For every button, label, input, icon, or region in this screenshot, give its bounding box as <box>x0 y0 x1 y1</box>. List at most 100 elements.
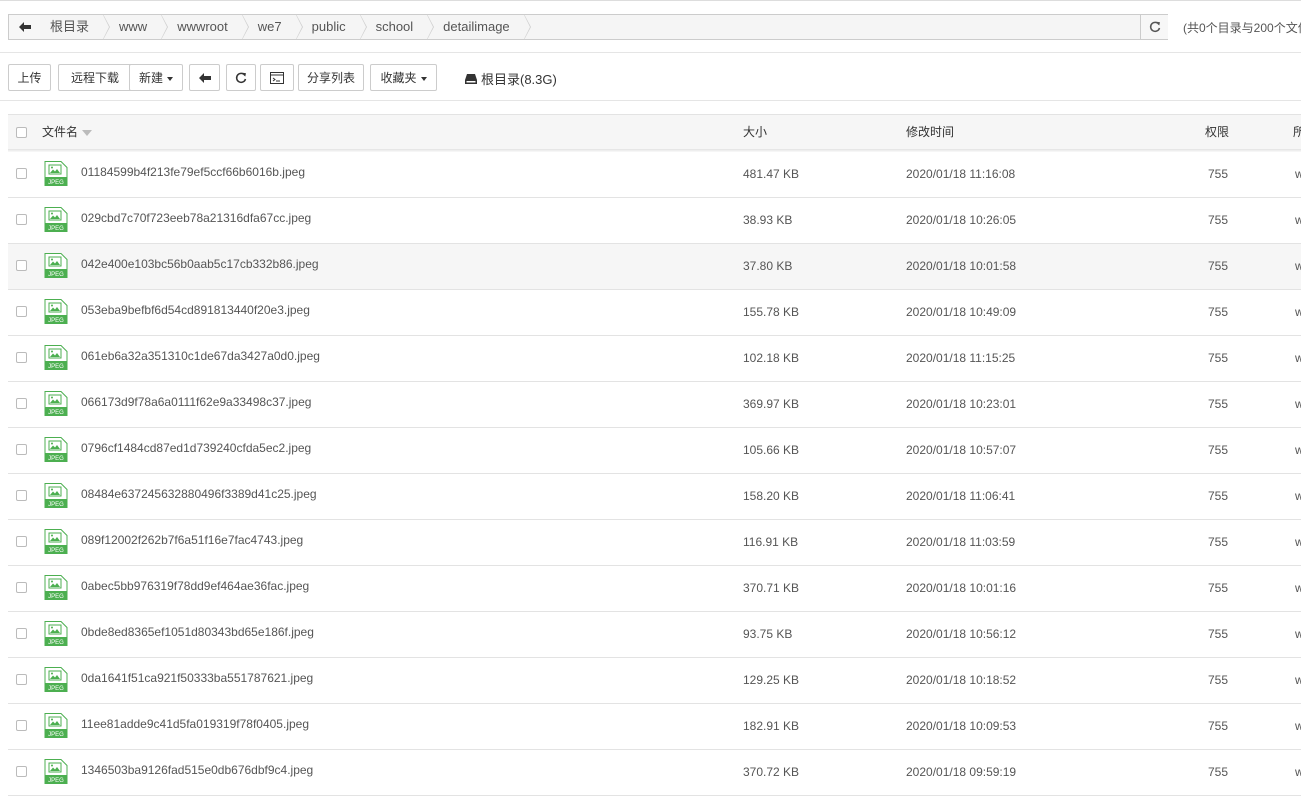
table-row[interactable]: JPEG 0abec5bb976319f78dd9ef464ae36fac.jpe… <box>8 566 1301 612</box>
row-checkbox[interactable] <box>16 536 27 547</box>
row-checkbox[interactable] <box>16 490 27 501</box>
file-permission[interactable]: 755 <box>1208 244 1228 288</box>
breadcrumb-item[interactable]: wwwroot <box>161 14 249 40</box>
file-owner[interactable]: www <box>1295 428 1301 472</box>
breadcrumb-item[interactable]: detailimage <box>427 14 531 40</box>
file-name[interactable]: 0796cf1484cd87ed1d739240cfda5ec2.jpeg <box>81 428 311 468</box>
select-all-checkbox[interactable] <box>16 127 27 138</box>
row-checkbox[interactable] <box>16 260 27 271</box>
row-checkbox[interactable] <box>16 168 27 179</box>
file-owner[interactable]: www <box>1295 290 1301 334</box>
remote-download-button[interactable]: 远程下载 <box>58 64 132 91</box>
file-type-label: JPEG <box>48 318 64 324</box>
name-column-header[interactable]: 文件名 <box>42 115 93 149</box>
row-checkbox[interactable] <box>16 398 27 409</box>
table-row[interactable]: JPEG 089f12002f262b7f6a51f16e7fac4743.jpe… <box>8 520 1301 566</box>
disk-label: 根目录(8.3G) <box>481 72 557 87</box>
file-owner[interactable]: www <box>1295 750 1301 794</box>
breadcrumb-item[interactable]: 根目录 <box>40 14 111 40</box>
file-permission[interactable]: 755 <box>1208 658 1228 702</box>
table-row[interactable]: JPEG 01184599b4f213fe79ef5ccf66b6016b.jpe… <box>8 152 1301 198</box>
path-refresh-button[interactable] <box>1140 15 1168 39</box>
file-permission[interactable]: 755 <box>1208 566 1228 610</box>
share-list-button[interactable]: 分享列表 <box>298 64 364 91</box>
breadcrumb-item[interactable]: public <box>295 14 367 40</box>
file-owner[interactable]: www <box>1295 336 1301 380</box>
table-row[interactable]: JPEG 053eba9befbf6d54cd891813440f20e3.jpe… <box>8 290 1301 336</box>
file-owner[interactable]: www <box>1295 658 1301 702</box>
mtime-column-header[interactable]: 修改时间 <box>906 115 954 149</box>
file-owner[interactable]: www <box>1295 520 1301 564</box>
row-checkbox[interactable] <box>16 306 27 317</box>
file-permission[interactable]: 755 <box>1208 336 1228 380</box>
file-name[interactable]: 1346503ba9126fad515e0db676dbf9c4.jpeg <box>81 750 313 790</box>
file-name[interactable]: 11ee81adde9c41d5fa019319f78f0405.jpeg <box>81 704 309 744</box>
table-row[interactable]: JPEG 042e400e103bc56b0aab5c17cb332b86.jpe… <box>8 244 1301 290</box>
row-checkbox[interactable] <box>16 352 27 363</box>
refresh-button[interactable] <box>226 64 256 91</box>
file-permission[interactable]: 755 <box>1208 612 1228 656</box>
file-owner[interactable]: www <box>1295 566 1301 610</box>
file-owner[interactable]: www <box>1295 704 1301 748</box>
path-back-button[interactable] <box>9 15 41 39</box>
file-permission[interactable]: 755 <box>1208 152 1228 196</box>
file-permission[interactable]: 755 <box>1208 198 1228 242</box>
file-name[interactable]: 053eba9befbf6d54cd891813440f20e3.jpeg <box>81 290 310 330</box>
table-row[interactable]: JPEG 08484e637245632880496f3389d41c25.jpe… <box>8 474 1301 520</box>
file-owner[interactable]: www <box>1295 612 1301 656</box>
file-name[interactable]: 0da1641f51ca921f50333ba551787621.jpeg <box>81 658 313 698</box>
table-row[interactable]: JPEG 061eb6a32a351310c1de67da3427a0d0.jpe… <box>8 336 1301 382</box>
file-type-label: JPEG <box>48 594 64 600</box>
file-name[interactable]: 042e400e103bc56b0aab5c17cb332b86.jpeg <box>81 244 319 284</box>
table-row[interactable]: JPEG 0da1641f51ca921f50333ba551787621.jpe… <box>8 658 1301 704</box>
file-name[interactable]: 0abec5bb976319f78dd9ef464ae36fac.jpeg <box>81 566 309 606</box>
perm-column-header[interactable]: 权限 <box>1205 115 1229 149</box>
new-dropdown-button[interactable]: 新建 <box>129 64 183 91</box>
file-permission[interactable]: 755 <box>1208 290 1228 334</box>
file-permission[interactable]: 755 <box>1208 704 1228 748</box>
size-column-header[interactable]: 大小 <box>743 115 767 149</box>
file-size: 182.91 KB <box>743 719 800 733</box>
file-permission[interactable]: 755 <box>1208 382 1228 426</box>
upload-button[interactable]: 上传 <box>8 64 51 91</box>
disk-selector[interactable]: 根目录(8.3G) <box>465 69 557 88</box>
table-row[interactable]: JPEG 1346503ba9126fad515e0db676dbf9c4.jpe… <box>8 750 1301 796</box>
row-checkbox[interactable] <box>16 214 27 225</box>
file-owner[interactable]: www <box>1295 152 1301 196</box>
file-owner[interactable]: www <box>1295 244 1301 288</box>
file-name[interactable]: 089f12002f262b7f6a51f16e7fac4743.jpeg <box>81 520 303 560</box>
file-name[interactable]: 061eb6a32a351310c1de67da3427a0d0.jpeg <box>81 336 320 376</box>
table-row[interactable]: JPEG 066173d9f78a6a0111f62e9a33498c37.jpe… <box>8 382 1301 428</box>
file-permission[interactable]: 755 <box>1208 474 1228 518</box>
table-row[interactable]: JPEG 0bde8ed8365ef1051d80343bd65e186f.jpe… <box>8 612 1301 658</box>
file-name[interactable]: 01184599b4f213fe79ef5ccf66b6016b.jpeg <box>81 152 305 192</box>
table-row[interactable]: JPEG 029cbd7c70f723eeb78a21316dfa67cc.jpe… <box>8 198 1301 244</box>
breadcrumb-item[interactable]: school <box>359 14 434 40</box>
favorites-dropdown-button[interactable]: 收藏夹 <box>370 64 437 91</box>
table-row[interactable]: JPEG 11ee81adde9c41d5fa019319f78f0405.jpe… <box>8 704 1301 750</box>
row-checkbox[interactable] <box>16 582 27 593</box>
row-checkbox[interactable] <box>16 766 27 777</box>
row-checkbox[interactable] <box>16 674 27 685</box>
table-row[interactable]: JPEG 0796cf1484cd87ed1d739240cfda5ec2.jpe… <box>8 428 1301 474</box>
back-button[interactable] <box>189 64 220 91</box>
file-owner[interactable]: www <box>1295 198 1301 242</box>
file-size: 105.66 KB <box>743 443 800 457</box>
terminal-button[interactable] <box>260 64 294 91</box>
file-name[interactable]: 08484e637245632880496f3389d41c25.jpeg <box>81 474 317 514</box>
breadcrumb-item[interactable]: www <box>103 14 169 40</box>
file-owner[interactable]: www <box>1295 474 1301 518</box>
file-permission[interactable]: 755 <box>1208 520 1228 564</box>
jpeg-file-icon: JPEG <box>44 575 68 600</box>
row-checkbox[interactable] <box>16 444 27 455</box>
file-permission[interactable]: 755 <box>1208 428 1228 472</box>
row-checkbox[interactable] <box>16 720 27 731</box>
file-name[interactable]: 066173d9f78a6a0111f62e9a33498c37.jpeg <box>81 382 311 422</box>
row-checkbox[interactable] <box>16 628 27 639</box>
owner-column-header[interactable]: 所有者 <box>1293 115 1301 149</box>
breadcrumb-item[interactable]: we7 <box>241 14 303 40</box>
file-owner[interactable]: www <box>1295 382 1301 426</box>
file-name[interactable]: 0bde8ed8365ef1051d80343bd65e186f.jpeg <box>81 612 314 652</box>
file-name[interactable]: 029cbd7c70f723eeb78a21316dfa67cc.jpeg <box>81 198 311 238</box>
file-permission[interactable]: 755 <box>1208 750 1228 794</box>
